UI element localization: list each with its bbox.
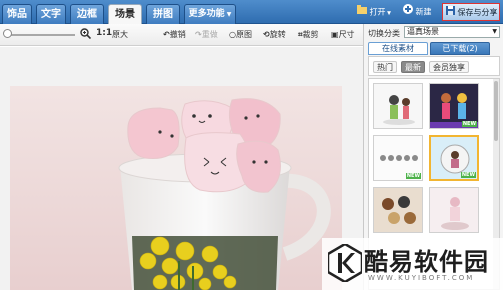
original-image-label: 原图 xyxy=(235,30,252,39)
material-thumbnail[interactable] xyxy=(373,83,423,129)
rotate-button[interactable]: ⟲旋转 xyxy=(263,29,286,40)
tab-more-features[interactable]: 更多功能 ▼ xyxy=(184,4,236,24)
chevron-down-icon: ▼ xyxy=(492,28,497,35)
material-thumbnail[interactable]: NEW xyxy=(373,135,423,181)
new-label: 新建 xyxy=(415,7,432,17)
chevron-down-icon: ▼ xyxy=(385,10,391,17)
save-share-button[interactable]: 保存与分享 xyxy=(442,3,500,21)
redo-button[interactable]: ↷重做 xyxy=(195,29,218,40)
resize-icon: ▣ xyxy=(331,30,339,39)
material-thumbnail[interactable] xyxy=(373,187,423,233)
tab-online-materials[interactable]: 在线素材 xyxy=(368,42,428,55)
watermark-text: 酷易软件园 xyxy=(364,248,489,276)
k-logo-icon xyxy=(326,242,364,284)
circle-icon: ○ xyxy=(229,30,236,39)
redo-label: 重做 xyxy=(201,30,218,39)
new-badge: NEW xyxy=(461,121,477,127)
subtab-latest[interactable]: 最新 xyxy=(401,61,425,73)
editing-canvas[interactable] xyxy=(0,47,363,290)
site-watermark: 酷易软件园 WWW.KUYIBOFT.COM xyxy=(322,238,503,290)
undo-icon: ↶ xyxy=(163,30,170,39)
material-filter-bar: 热门 最新 会员独享 xyxy=(368,56,500,76)
watermark-url: WWW.KUYIBOFT.COM xyxy=(368,274,475,282)
subtab-hot[interactable]: 热门 xyxy=(373,61,397,73)
crop-label: 裁剪 xyxy=(302,30,319,39)
tab-collage[interactable]: 拼图 xyxy=(146,4,180,24)
folder-icon xyxy=(357,4,367,20)
zoom-ratio[interactable]: 1:1 xyxy=(96,28,112,38)
crop-button[interactable]: ⌗裁剪 xyxy=(298,29,319,40)
new-button[interactable]: 新建 xyxy=(403,4,432,20)
tab-downloaded[interactable]: 已下载(2) xyxy=(430,42,490,55)
new-badge: NEW xyxy=(405,173,421,179)
subtab-vip[interactable]: 会员独享 xyxy=(429,61,469,73)
rotate-label: 旋转 xyxy=(269,30,286,39)
edit-toolbar: 1:1 原大 ↶撤销 ↷重做 ○原图 ⟲旋转 ⌗裁剪 ▣尺寸 xyxy=(0,24,363,46)
save-share-label: 保存与分享 xyxy=(457,8,498,17)
new-badge: NEW xyxy=(460,172,476,178)
tab-text[interactable]: 文字 xyxy=(36,4,66,24)
size-label: 尺寸 xyxy=(338,30,355,39)
zoom-in-icon[interactable] xyxy=(80,28,92,41)
chevron-down-icon: ▼ xyxy=(224,11,232,18)
zoom-slider[interactable] xyxy=(9,34,75,36)
material-thumbnail-selected[interactable]: NEW xyxy=(429,135,479,181)
plus-circle-icon xyxy=(403,4,413,20)
main-tab-bar: 饰品 文字 边框 场景 拼图 更多功能 ▼ 打开 ▼ 新建 保存与分享 xyxy=(0,0,503,24)
category-label: 切换分类 xyxy=(368,29,400,38)
size-button[interactable]: ▣尺寸 xyxy=(331,29,355,40)
material-thumbnail[interactable] xyxy=(429,187,479,233)
tab-more-label: 更多功能 xyxy=(188,9,225,19)
original-size-button[interactable]: 原大 xyxy=(112,29,128,40)
tab-border[interactable]: 边框 xyxy=(70,4,104,24)
material-thumbnail[interactable]: NEW xyxy=(429,83,479,129)
photo-marshmallow-mug[interactable] xyxy=(10,86,342,290)
category-select[interactable]: 逼真场景 ▼ xyxy=(404,26,500,38)
undo-button[interactable]: ↶撤销 xyxy=(163,29,186,40)
original-image-button[interactable]: ○原图 xyxy=(229,29,252,40)
redo-icon: ↷ xyxy=(195,30,202,39)
zoom-slider-handle[interactable] xyxy=(3,29,12,38)
undo-label: 撤销 xyxy=(169,30,186,39)
floppy-disk-icon xyxy=(446,4,455,21)
tab-scene[interactable]: 场景 xyxy=(108,4,142,24)
rotate-icon: ⟲ xyxy=(263,30,270,39)
category-value: 逼真场景 xyxy=(407,27,439,36)
open-button[interactable]: 打开 ▼ xyxy=(357,4,391,20)
open-label: 打开 xyxy=(369,7,386,17)
tab-accessories[interactable]: 饰品 xyxy=(2,4,32,24)
scrollbar-thumb[interactable] xyxy=(494,81,498,141)
